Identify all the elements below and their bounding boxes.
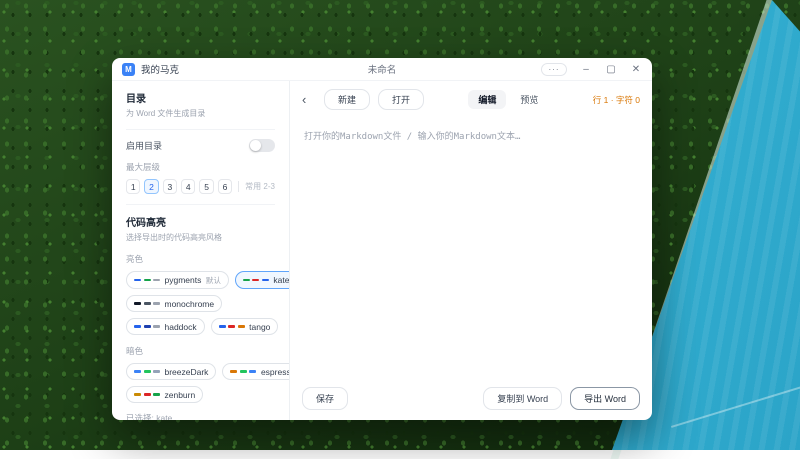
section-toc: 目录 为 Word 文件生成目录: [126, 81, 275, 130]
theme-name: breezeDark: [165, 367, 209, 377]
theme-chip-zenburn[interactable]: zenburn: [126, 386, 203, 403]
save-button[interactable]: 保存: [302, 387, 348, 410]
action-footer: 保存 复制到 Word 导出 Word: [290, 379, 652, 420]
level-button-4[interactable]: 4: [181, 179, 195, 194]
toc-subtitle: 为 Word 文件生成目录: [126, 108, 275, 119]
app-logo-icon: M: [122, 63, 135, 76]
color-dash: [144, 370, 151, 373]
color-dash: [153, 370, 160, 373]
color-dash: [134, 302, 141, 305]
tab-edit[interactable]: 编辑: [468, 90, 506, 109]
color-dash: [144, 279, 151, 282]
enable-toc-label: 启用目录: [126, 139, 162, 152]
theme-name: pygments: [165, 275, 202, 285]
level-button-6[interactable]: 6: [218, 179, 232, 194]
section-code-highlight: 代码高亮 选择导出时的代码高亮风格 亮色 pygments 默认 kate: [126, 205, 275, 420]
highlight-subtitle: 选择导出时的代码高亮风格: [126, 232, 275, 243]
level-selector: 1 2 3 4 5 6 常用 2-3: [126, 179, 275, 194]
back-icon[interactable]: ‹: [302, 93, 316, 106]
color-dash: [230, 370, 237, 373]
color-dash: [262, 279, 269, 282]
theme-chip-breezedark[interactable]: breezeDark: [126, 363, 216, 380]
color-dash: [228, 325, 235, 328]
theme-chip-espresso[interactable]: espresso: [222, 363, 290, 380]
level-button-1[interactable]: 1: [126, 179, 140, 194]
theme-chip-pygments[interactable]: pygments 默认: [126, 271, 229, 289]
titlebar[interactable]: M 我的马克 未命名 ··· – ▢ ✕: [112, 58, 652, 81]
app-window: M 我的马克 未命名 ··· – ▢ ✕ 目录 为 Word 文件生成目录 启用…: [112, 58, 652, 420]
markdown-editor[interactable]: 打开你的Markdown文件 / 输入你的Markdown文本…: [290, 117, 652, 379]
color-dash: [243, 279, 250, 282]
section-toc-options: 启用目录 最大层级 1 2 3 4 5 6 常用 2-3: [126, 130, 275, 205]
new-file-button[interactable]: 新建: [324, 89, 370, 110]
level-button-2[interactable]: 2: [144, 179, 158, 194]
tab-preview[interactable]: 预览: [510, 90, 548, 109]
color-dash: [134, 370, 141, 373]
color-dash: [153, 393, 160, 396]
color-dash: [144, 325, 151, 328]
main-panel: ‹ 新建 打开 编辑 预览 行 1 · 字符 0 打开你的Markdown文件 …: [290, 81, 652, 420]
theme-name: kate: [273, 275, 289, 285]
open-file-button[interactable]: 打开: [378, 89, 424, 110]
color-dash: [134, 279, 141, 282]
enable-toc-toggle[interactable]: [249, 139, 275, 152]
editor-placeholder: 打开你的Markdown文件 / 输入你的Markdown文本…: [304, 129, 638, 142]
minimize-icon[interactable]: –: [580, 64, 592, 75]
color-dash: [134, 393, 141, 396]
dark-themes-label: 暗色: [126, 345, 275, 357]
level-button-5[interactable]: 5: [199, 179, 213, 194]
color-dash: [238, 325, 245, 328]
maximize-icon[interactable]: ▢: [605, 64, 617, 75]
color-dash: [144, 302, 151, 305]
app-title: 我的马克: [141, 62, 179, 76]
theme-name: monochrome: [165, 299, 215, 309]
settings-sidebar: 目录 为 Word 文件生成目录 启用目录 最大层级 1 2 3 4 5 6 常…: [112, 81, 290, 420]
color-dash: [153, 302, 160, 305]
theme-chip-haddock[interactable]: haddock: [126, 318, 205, 335]
export-word-button[interactable]: 导出 Word: [570, 387, 640, 410]
toggle-knob: [250, 140, 261, 151]
theme-name: haddock: [165, 322, 197, 332]
theme-chip-tango[interactable]: tango: [211, 318, 279, 335]
view-tabs: 编辑 预览: [468, 90, 548, 109]
light-themes-label: 亮色: [126, 253, 275, 265]
theme-chip-kate[interactable]: kate: [235, 271, 290, 289]
color-dash: [153, 279, 160, 282]
highlight-title: 代码高亮: [126, 214, 275, 229]
color-dash: [240, 370, 247, 373]
cursor-status: 行 1 · 字符 0: [593, 94, 640, 106]
theme-name: espresso: [261, 367, 290, 377]
copy-to-word-button[interactable]: 复制到 Word: [483, 387, 562, 410]
color-dash: [134, 325, 141, 328]
color-dash: [144, 393, 151, 396]
max-level-label: 最大层级: [126, 161, 275, 173]
close-icon[interactable]: ✕: [630, 64, 642, 75]
color-dash: [219, 325, 226, 328]
level-button-3[interactable]: 3: [163, 179, 177, 194]
theme-chip-monochrome[interactable]: monochrome: [126, 295, 222, 312]
theme-name: zenburn: [165, 390, 196, 400]
theme-name: tango: [249, 322, 270, 332]
default-badge: 默认: [206, 275, 221, 286]
color-dash: [252, 279, 259, 282]
color-dash: [153, 325, 160, 328]
more-menu-button[interactable]: ···: [541, 63, 567, 76]
selected-theme-text: 已选择: kate: [126, 412, 275, 420]
level-hint: 常用 2-3: [238, 181, 275, 192]
toc-title: 目录: [126, 90, 275, 105]
editor-toolbar: ‹ 新建 打开 编辑 预览 行 1 · 字符 0: [290, 81, 652, 117]
color-dash: [249, 370, 256, 373]
